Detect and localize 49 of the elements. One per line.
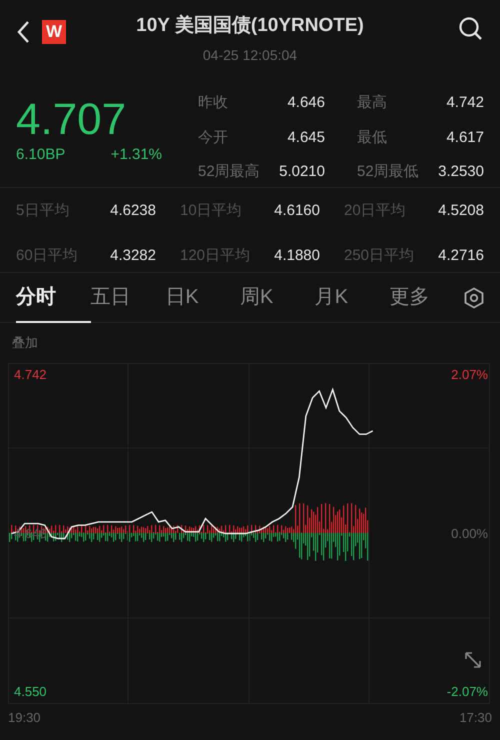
y-axis-label: 4.550 [14, 684, 47, 700]
percent-change: +1.31% [110, 145, 162, 165]
stat-value: 4.646 [287, 93, 325, 113]
settings-icon[interactable] [464, 286, 484, 308]
percent-axis-label: -2.07% [446, 684, 488, 700]
average-label: 5日平均 [16, 201, 70, 221]
stat-label: 最高 [357, 93, 387, 113]
stat-label: 52周最低 [357, 162, 419, 182]
price-change: 6.10BP [16, 145, 66, 165]
stat-label: 昨收 [198, 93, 228, 113]
search-icon[interactable] [458, 16, 484, 42]
start-time: 19:30 [8, 709, 41, 727]
stat-value: 4.645 [287, 128, 325, 148]
chart-tab[interactable]: 更多 [389, 272, 464, 322]
y-axis-label: 4.646 [14, 526, 47, 542]
chart-tab[interactable]: 日K [165, 272, 240, 322]
average-label: 250日平均 [344, 246, 414, 266]
percent-axis-label: 2.07% [451, 366, 488, 383]
chart-tab[interactable]: 五日 [90, 272, 166, 322]
stat-value: 3.2530 [438, 162, 484, 182]
chart-tab[interactable]: 月K [314, 272, 390, 322]
chart-tab[interactable]: 周K [240, 272, 315, 322]
average-label: 120日平均 [180, 246, 250, 266]
expand-icon[interactable] [462, 649, 484, 671]
stat-value: 5.0210 [279, 162, 325, 182]
chart-tab[interactable]: 分时 [16, 272, 91, 322]
overlay-link[interactable]: 叠加 [8, 335, 38, 350]
stat-value: 4.742 [446, 93, 484, 113]
last-price: 4.707 [16, 96, 128, 144]
end-time: 17:30 [459, 709, 492, 727]
average-value: 4.6238 [110, 201, 156, 221]
average-value: 4.6160 [274, 201, 320, 221]
average-label: 20日平均 [344, 201, 406, 221]
average-value: 4.5208 [438, 201, 484, 221]
average-value: 4.1880 [274, 246, 320, 266]
average-value: 4.3282 [110, 246, 156, 266]
quote-time: 04-25 12:05:04 [202, 46, 298, 64]
stat-label: 最低 [357, 128, 387, 148]
page-title: 10Y 美国国债(10YRNOTE) [136, 13, 364, 38]
average-value: 4.2716 [438, 246, 484, 266]
percent-axis-label: 0.00% [451, 526, 488, 542]
back-icon[interactable] [16, 20, 30, 44]
stat-value: 4.617 [446, 128, 484, 148]
stat-label: 今开 [198, 128, 228, 148]
average-label: 10日平均 [180, 201, 242, 221]
average-label: 60日平均 [16, 246, 78, 266]
y-axis-label: 4.742 [14, 366, 47, 383]
app-logo: W [42, 20, 66, 44]
stat-label: 52周最高 [198, 162, 260, 182]
